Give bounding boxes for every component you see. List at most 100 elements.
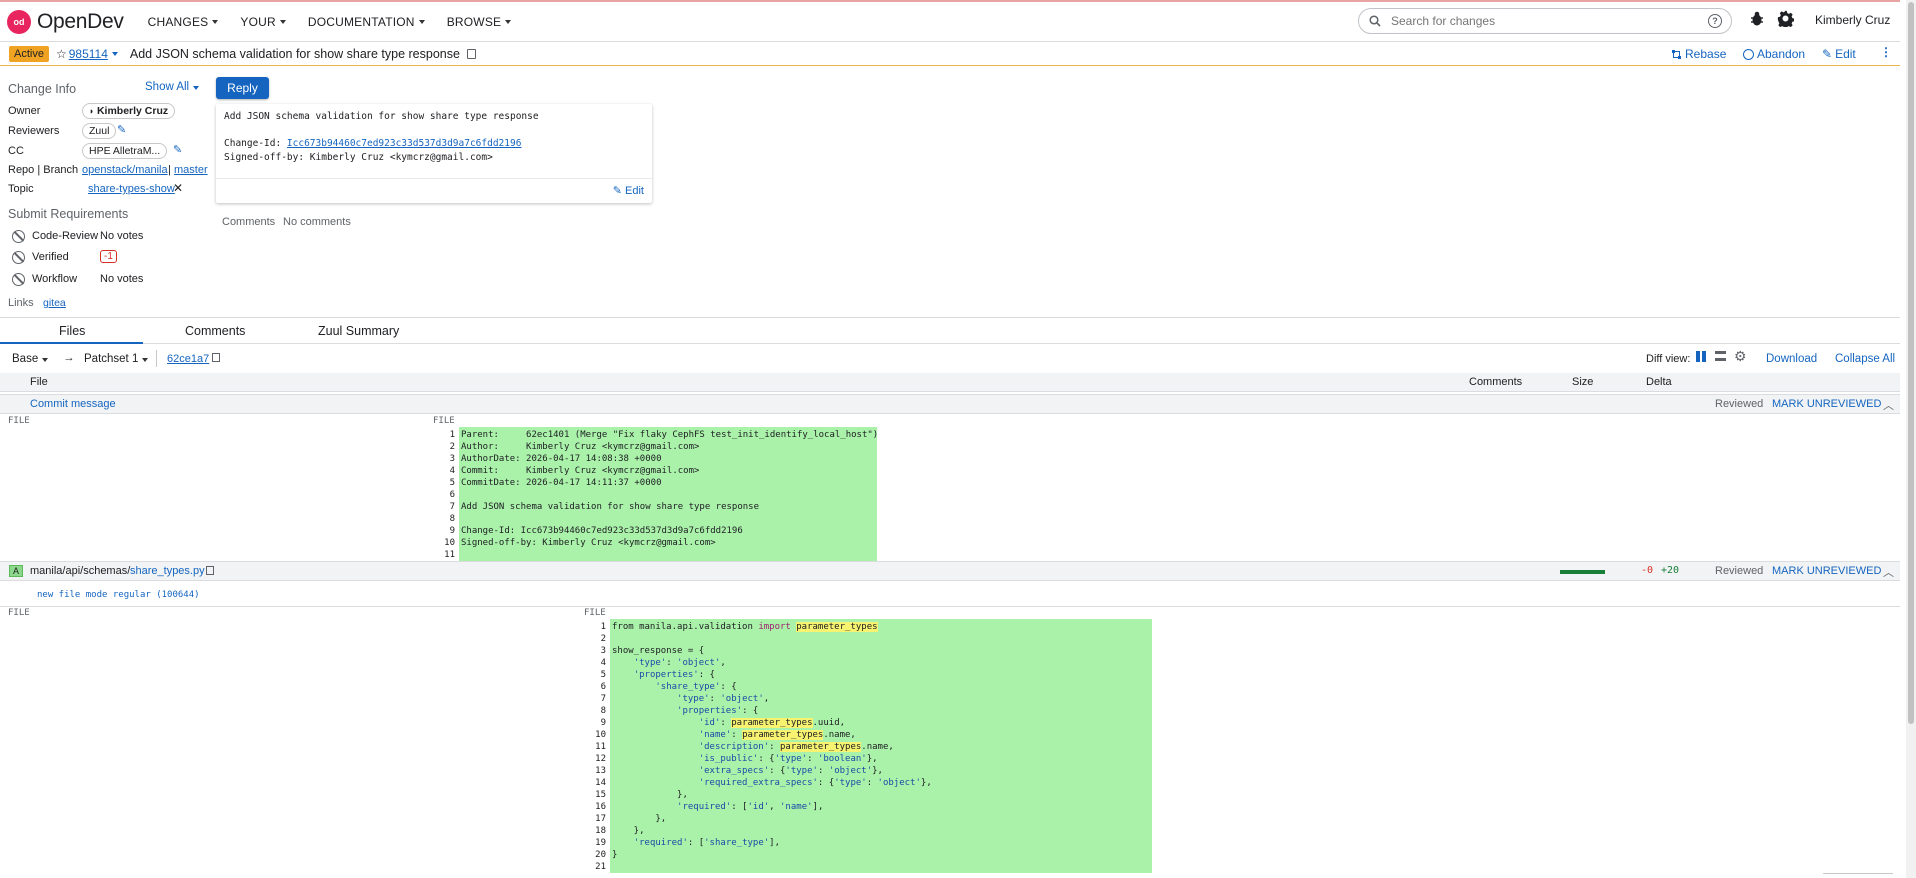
line-number[interactable]: 11 xyxy=(435,549,455,561)
line-number[interactable]: 2 xyxy=(435,441,455,453)
owner-avatar-icon: ◗ xyxy=(89,106,97,116)
line-number[interactable]: 21 xyxy=(586,861,606,873)
line-number[interactable]: 10 xyxy=(435,537,455,549)
copy-icon[interactable] xyxy=(206,566,214,575)
patchset-select[interactable]: Patchset 1 xyxy=(84,353,149,365)
line-number[interactable]: 3 xyxy=(586,645,606,657)
reviewer-chip[interactable]: Zuul xyxy=(82,123,117,139)
nav-documentation[interactable]: DOCUMENTATION xyxy=(308,15,425,29)
show-all-toggle[interactable]: Show All xyxy=(145,81,200,93)
commit-message-file-row[interactable]: Commit message Reviewed MARK UNREVIEWED … xyxy=(0,394,1900,414)
nav-changes[interactable]: CHANGES xyxy=(148,15,219,29)
line-number[interactable]: 6 xyxy=(586,681,606,693)
diff-line: 'properties': { xyxy=(633,670,715,680)
diff-line: 'required': ['id', 'name'], xyxy=(677,802,824,812)
collapse-file-icon[interactable]: ︿ xyxy=(1883,564,1894,580)
line-number[interactable]: 19 xyxy=(586,837,606,849)
search-input[interactable] xyxy=(1391,14,1708,28)
remove-topic-icon[interactable]: ✕ xyxy=(173,181,183,195)
line-number[interactable]: 11 xyxy=(586,741,606,753)
user-menu[interactable]: Kimberly Cruz xyxy=(1815,13,1890,27)
commit-message-box: Add JSON schema validation for show shar… xyxy=(216,104,652,203)
collapse-all-link[interactable]: Collapse All xyxy=(1835,353,1895,365)
collapse-file-icon[interactable]: ︿ xyxy=(1883,397,1894,413)
line-number[interactable]: 10 xyxy=(586,729,606,741)
cc-chip[interactable]: HPE AlletraM... xyxy=(82,143,168,159)
commit-hash-link[interactable]: 62ce1a7 xyxy=(167,353,209,365)
branch-link[interactable]: master xyxy=(174,164,208,176)
line-number[interactable]: 2 xyxy=(586,633,606,645)
line-number[interactable]: 3 xyxy=(435,453,455,465)
tab-zuul-summary[interactable]: Zuul Summary xyxy=(318,324,399,338)
nav-your[interactable]: YOUR xyxy=(240,15,286,29)
line-number[interactable]: 7 xyxy=(435,501,455,513)
line-number[interactable]: 6 xyxy=(435,489,455,501)
copy-icon[interactable] xyxy=(466,48,476,59)
nav-browse[interactable]: BROWSE xyxy=(447,15,512,29)
diff-settings-gear-icon[interactable]: ⚙ xyxy=(1734,348,1747,365)
line-number[interactable]: 14 xyxy=(586,777,606,789)
copy-icon[interactable] xyxy=(212,353,220,362)
rebase-button[interactable]: Rebase xyxy=(1671,47,1726,61)
edit-reviewers-icon[interactable]: ✎ xyxy=(117,123,126,136)
star-icon[interactable]: ☆ xyxy=(56,47,67,61)
bug-report-icon[interactable] xyxy=(1750,11,1764,30)
comments-summary-value: No comments xyxy=(283,216,351,228)
line-number[interactable]: 18 xyxy=(586,825,606,837)
edit-commit-button[interactable]: ✎ Edit xyxy=(613,184,644,197)
chevron-down-icon xyxy=(193,86,200,90)
file-row-share-types[interactable]: A manila/api/schemas/ share_types.py -0 … xyxy=(0,561,1900,581)
line-number[interactable]: 15 xyxy=(586,789,606,801)
reply-button[interactable]: Reply xyxy=(216,77,269,99)
line-number[interactable]: 4 xyxy=(586,657,606,669)
search-box[interactable]: ? xyxy=(1358,8,1732,34)
owner-chip[interactable]: ◗ Kimberly Cruz xyxy=(82,103,176,119)
settings-gear-icon[interactable] xyxy=(1777,10,1795,30)
right-file-label: FILE xyxy=(433,416,455,426)
line-number[interactable]: 20 xyxy=(586,849,606,861)
edit-cc-icon[interactable]: ✎ xyxy=(173,143,182,156)
tab-files[interactable]: Files xyxy=(59,324,85,338)
commit-message-file-name[interactable]: Commit message xyxy=(30,398,116,410)
opendev-logo[interactable]: od OpenDev xyxy=(7,9,124,34)
line-number[interactable]: 16 xyxy=(586,801,606,813)
mark-unreviewed-button[interactable]: MARK UNREVIEWED xyxy=(1772,398,1881,410)
verified-vote-badge[interactable]: -1 xyxy=(100,250,117,263)
line-number[interactable]: 7 xyxy=(586,693,606,705)
help-icon[interactable]: ? xyxy=(1708,14,1722,28)
changeid-link[interactable]: Icc673b94460c7ed923c33d537d3d9a7c6fdd219… xyxy=(287,138,522,149)
repo-link[interactable]: openstack/manila xyxy=(82,164,168,176)
gitea-link[interactable]: gitea xyxy=(43,297,66,309)
line-number[interactable]: 8 xyxy=(586,705,606,717)
line-number[interactable]: 12 xyxy=(586,753,606,765)
cc-name: HPE AlletraM... xyxy=(82,143,168,159)
scrollbar-thumb[interactable] xyxy=(1908,2,1914,724)
unified-view-icon[interactable] xyxy=(1715,351,1726,361)
chevron-down-icon xyxy=(212,19,219,24)
file-path-name[interactable]: share_types.py xyxy=(130,565,205,577)
line-number[interactable]: 1 xyxy=(586,621,606,633)
line-number[interactable]: 4 xyxy=(435,465,455,477)
abandon-button[interactable]: Abandon xyxy=(1743,47,1805,61)
base-select[interactable]: Base xyxy=(12,353,49,365)
tab-comments[interactable]: Comments xyxy=(185,324,245,338)
edit-button[interactable]: ✎ Edit xyxy=(1822,47,1856,61)
requirement-name: Code-Review xyxy=(32,230,99,242)
mark-unreviewed-button[interactable]: MARK UNREVIEWED xyxy=(1772,565,1881,577)
line-number[interactable]: 9 xyxy=(586,717,606,729)
topic-link[interactable]: share-types-show xyxy=(88,183,175,195)
diff-line: 'type': 'object', xyxy=(633,658,726,668)
line-number[interactable]: 13 xyxy=(586,765,606,777)
chevron-down-icon[interactable] xyxy=(111,51,118,56)
line-number[interactable]: 1 xyxy=(435,429,455,441)
line-number[interactable]: 17 xyxy=(586,813,606,825)
line-number[interactable]: 8 xyxy=(435,513,455,525)
line-number[interactable]: 5 xyxy=(586,669,606,681)
line-number[interactable]: 9 xyxy=(435,525,455,537)
change-number-link[interactable]: 985114 xyxy=(69,47,108,61)
line-number[interactable]: 5 xyxy=(435,477,455,489)
side-by-side-icon[interactable] xyxy=(1696,351,1706,362)
rebase-label: Rebase xyxy=(1685,47,1727,61)
more-actions-icon[interactable]: ⋮ xyxy=(1880,45,1892,59)
download-link[interactable]: Download xyxy=(1766,353,1817,365)
